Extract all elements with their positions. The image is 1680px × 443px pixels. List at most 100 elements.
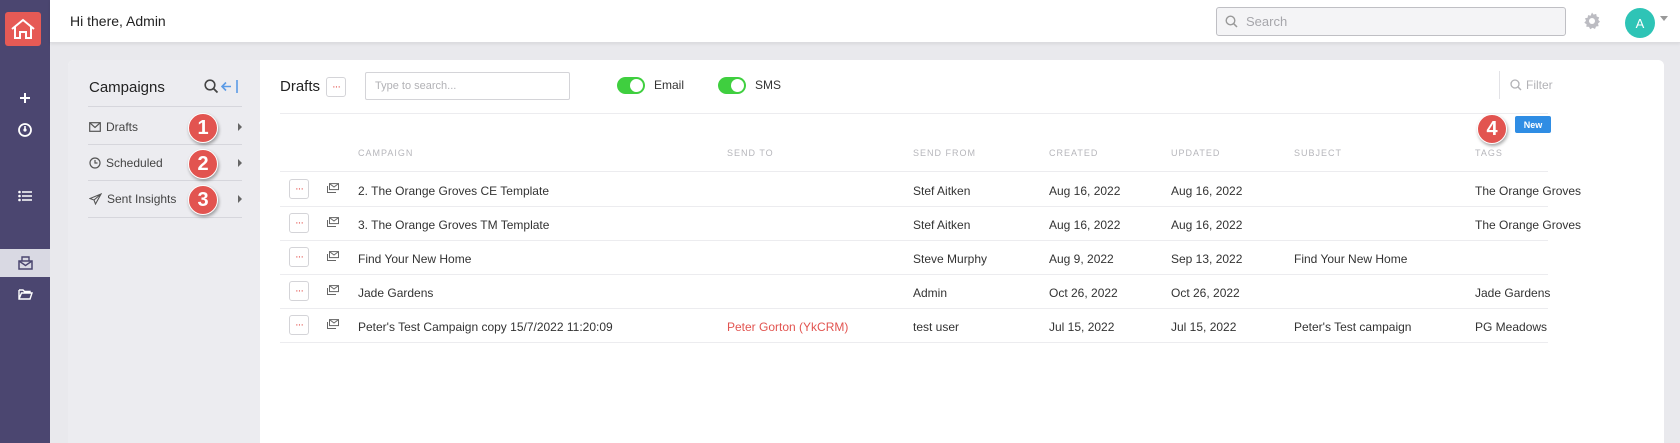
cell-send-from: Admin (913, 286, 948, 300)
step-badge: 3 (188, 185, 218, 215)
sidenav-title: Campaigns (89, 79, 165, 96)
greeting-text: Hi there, Admin (70, 13, 166, 29)
filter-label: Filter (1526, 78, 1553, 92)
search-icon[interactable] (204, 79, 219, 94)
cell-updated: Aug 16, 2022 (1171, 218, 1243, 232)
email-campaign-icon (327, 319, 339, 329)
search-icon (1225, 15, 1238, 28)
cell-campaign[interactable]: Peter's Test Campaign copy 15/7/2022 11:… (358, 320, 613, 334)
column-header[interactable]: CAMPAIGN (358, 148, 413, 158)
cell-updated: Sep 13, 2022 (1171, 252, 1243, 266)
cell-campaign[interactable]: 3. The Orange Groves TM Template (358, 218, 549, 232)
step-badge: 1 (188, 113, 218, 143)
table-row[interactable]: ··· Peter's Test Campaign copy 15/7/2022 … (280, 309, 1548, 343)
global-search[interactable] (1216, 7, 1566, 36)
left-rail (0, 0, 50, 443)
row-more-options-button[interactable]: ··· (289, 247, 309, 267)
sidebar-item-label: Drafts (106, 120, 139, 134)
cell-created: Aug 16, 2022 (1049, 218, 1121, 232)
cell-campaign[interactable]: 2. The Orange Groves CE Template (358, 184, 549, 198)
email-toggle[interactable] (617, 77, 645, 94)
sidebar-item-label: Scheduled (106, 156, 163, 170)
cell-created: Jul 15, 2022 (1049, 320, 1115, 334)
table-row[interactable]: ··· Jade Gardens Admin Oct 26, 2022 Oct 26, … (280, 275, 1550, 309)
collapse-left-icon[interactable] (221, 79, 239, 94)
cell-subject: Find Your New Home (1294, 252, 1408, 266)
divider (88, 144, 242, 145)
cell-updated: Oct 26, 2022 (1171, 286, 1240, 300)
gear-icon[interactable] (1582, 11, 1602, 31)
table-row[interactable]: ··· 2. The Orange Groves CE Template Stef … (280, 173, 1581, 207)
row-more-options-button[interactable]: ··· (289, 315, 309, 335)
row-more-options-button[interactable]: ··· (289, 281, 309, 301)
sms-toggle[interactable] (718, 77, 746, 94)
cell-campaign[interactable]: Find Your New Home (358, 252, 471, 266)
cell-created: Aug 9, 2022 (1049, 252, 1114, 266)
mail-icon (89, 122, 101, 132)
cell-send-from: Steve Murphy (913, 252, 988, 266)
sidebar-item-scheduled[interactable]: Scheduled (88, 146, 242, 180)
column-header[interactable]: SEND TO (727, 148, 774, 158)
folder-open-icon[interactable] (0, 280, 50, 308)
home-logo-icon[interactable] (5, 12, 41, 46)
divider (88, 217, 242, 218)
toggle-label: Email (654, 78, 685, 92)
divider (88, 106, 242, 107)
row-more-options-button[interactable]: ··· (289, 179, 309, 199)
cell-send-from: test user (913, 320, 960, 334)
email-campaign-icon (327, 285, 339, 295)
search-input[interactable] (365, 72, 570, 100)
cell-send-from: Stef Aitken (913, 218, 971, 232)
sidebar-item-label: Sent Insights (107, 192, 177, 206)
column-header[interactable]: SUBJECT (1294, 148, 1342, 158)
campaigns-sidenav: Campaigns Drafts Scheduled Sent Insights… (68, 60, 260, 443)
divider (280, 171, 1548, 172)
column-header[interactable]: UPDATED (1171, 148, 1220, 158)
cell-tags: PG Meadows (1475, 320, 1548, 334)
more-options-button[interactable]: ··· (326, 77, 346, 97)
search-icon (1510, 79, 1522, 91)
row-more-options-button[interactable]: ··· (289, 213, 309, 233)
cell-campaign[interactable]: Jade Gardens (358, 286, 433, 300)
toggle-label: SMS (755, 78, 782, 92)
table-row[interactable]: ··· 3. The Orange Groves TM Template Stef … (280, 207, 1581, 241)
cell-updated: Jul 15, 2022 (1171, 320, 1237, 334)
cell-tags: The Orange Groves (1475, 184, 1582, 198)
content-panel: Campaigns Drafts Scheduled Sent Insights… (68, 60, 1664, 443)
chevron-right-icon (238, 123, 242, 131)
cell-send-to[interactable]: Peter Gorton (YkCRM) (727, 320, 848, 334)
global-search-input[interactable] (1246, 14, 1546, 29)
step-badge: 2 (188, 149, 218, 179)
cell-tags: The Orange Groves (1475, 218, 1582, 232)
cell-created: Aug 16, 2022 (1049, 184, 1121, 198)
cell-updated: Aug 16, 2022 (1171, 184, 1243, 198)
cell-created: Oct 26, 2022 (1049, 286, 1118, 300)
paper-plane-icon (89, 193, 102, 205)
step-badge: 4 (1477, 114, 1507, 144)
cell-subject: Peter's Test campaign (1294, 320, 1412, 334)
chevron-right-icon (238, 195, 242, 203)
campaigns-inbox-icon[interactable] (0, 249, 50, 277)
filter-button[interactable]: Filter (1499, 71, 1553, 99)
cell-send-from: Stef Aitken (913, 184, 971, 198)
list-icon[interactable] (0, 182, 50, 210)
divider (280, 113, 1548, 114)
avatar[interactable]: A (1625, 8, 1655, 38)
chevron-right-icon (238, 159, 242, 167)
table-row[interactable]: ··· Find Your New Home Steve Murphy Aug 9, … (280, 241, 1548, 275)
page-title: Drafts (280, 78, 321, 95)
column-header[interactable]: SEND FROM (913, 148, 976, 158)
top-bar: Hi there, Admin A (50, 0, 1680, 43)
new-campaign-button[interactable]: New (1515, 116, 1551, 133)
column-header[interactable]: TAGS (1475, 148, 1503, 158)
add-icon[interactable] (0, 84, 50, 112)
sidebar-item-sent-insights[interactable]: Sent Insights (88, 182, 242, 216)
clock-icon (89, 157, 101, 169)
email-campaign-icon (327, 251, 339, 261)
dashboard-gauge-icon[interactable] (0, 116, 50, 144)
column-header[interactable]: CREATED (1049, 148, 1098, 158)
chevron-down-icon[interactable] (1660, 16, 1668, 21)
sidebar-item-drafts[interactable]: Drafts (88, 110, 242, 144)
email-campaign-icon (327, 217, 339, 227)
drafts-main: Drafts ··· Email SMS Filter 4 New CAMPAI… (260, 60, 1664, 443)
